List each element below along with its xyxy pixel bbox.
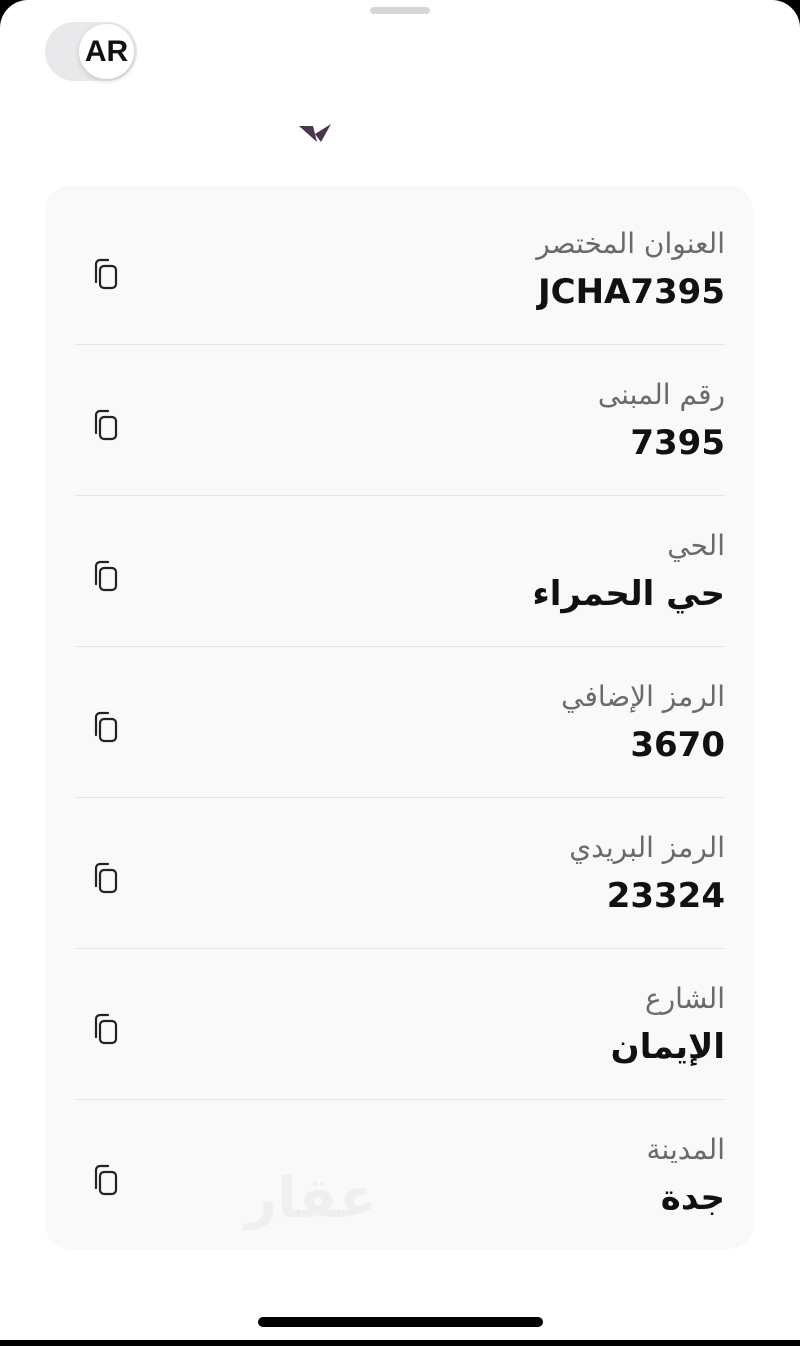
address-row-postal-code: الرمز البريدي 23324 bbox=[75, 798, 725, 949]
row-value: 3670 bbox=[630, 725, 725, 765]
copy-button[interactable] bbox=[81, 703, 129, 751]
copy-icon bbox=[94, 258, 118, 290]
copy-button[interactable] bbox=[81, 854, 129, 902]
row-value: 7395 bbox=[630, 423, 725, 463]
address-row-city: المدينة جدة bbox=[75, 1100, 725, 1251]
logo-icon bbox=[299, 124, 331, 142]
row-value: 23324 bbox=[606, 876, 725, 916]
address-row-street: الشارع الإيمان bbox=[75, 949, 725, 1100]
row-label: الرمز البريدي bbox=[569, 831, 725, 864]
copy-icon bbox=[94, 862, 118, 894]
sheet-grabber[interactable] bbox=[370, 7, 430, 14]
copy-icon bbox=[94, 409, 118, 441]
bottom-sheet: AR عقار العنوان المختصر JCHA7395 bbox=[0, 0, 800, 1340]
copy-button[interactable] bbox=[81, 401, 129, 449]
home-indicator[interactable] bbox=[258, 1317, 543, 1327]
row-value: JCHA7395 bbox=[538, 272, 725, 312]
row-value: حي الحمراء bbox=[532, 574, 725, 614]
copy-button[interactable] bbox=[81, 1156, 129, 1204]
address-row-short-address: العنوان المختصر JCHA7395 bbox=[75, 194, 725, 345]
language-toggle[interactable]: AR bbox=[45, 22, 137, 81]
address-row-district: الحي حي الحمراء bbox=[75, 496, 725, 647]
copy-button[interactable] bbox=[81, 250, 129, 298]
copy-button[interactable] bbox=[81, 552, 129, 600]
address-card: عقار العنوان المختصر JCHA7395 bbox=[45, 186, 753, 1249]
row-label: رقم المبنى bbox=[597, 378, 725, 411]
row-label: الحي bbox=[667, 529, 725, 562]
row-label: المدينة bbox=[646, 1133, 725, 1166]
copy-icon bbox=[94, 1013, 118, 1045]
copy-icon bbox=[94, 560, 118, 592]
row-value: الإيمان bbox=[610, 1027, 725, 1067]
copy-button[interactable] bbox=[81, 1005, 129, 1053]
address-row-additional-code: الرمز الإضافي 3670 bbox=[75, 647, 725, 798]
language-toggle-label: AR bbox=[84, 34, 129, 68]
row-label: الرمز الإضافي bbox=[561, 680, 725, 713]
row-label: العنوان المختصر bbox=[536, 227, 725, 260]
copy-icon bbox=[94, 1164, 118, 1196]
row-label: الشارع bbox=[644, 982, 725, 1015]
address-row-building-number: رقم المبنى 7395 bbox=[75, 345, 725, 496]
row-value: جدة bbox=[660, 1178, 725, 1218]
language-toggle-knob[interactable]: AR bbox=[79, 24, 134, 79]
copy-icon bbox=[94, 711, 118, 743]
